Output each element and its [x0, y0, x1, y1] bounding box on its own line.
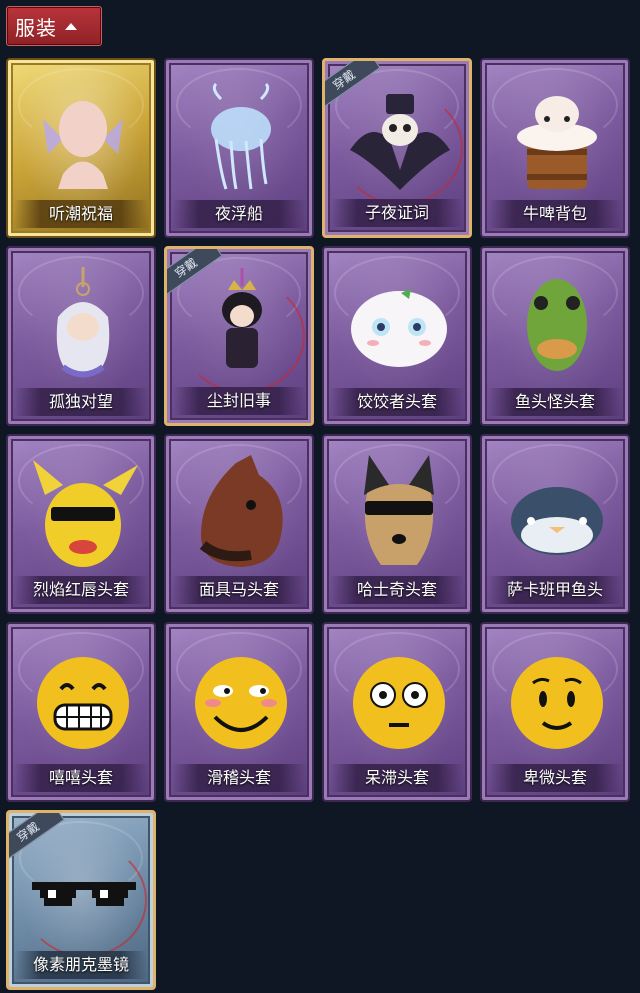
crowned-doll-pendant-icon: [167, 263, 311, 393]
costume-item-name: 哈士奇头套: [330, 576, 464, 604]
costume-item-name: 夜浮船: [172, 200, 306, 228]
dumpling-mask-icon: [324, 262, 470, 392]
grinning-emoji-mask-icon: [8, 638, 154, 768]
doll-pendant-icon: [8, 262, 154, 392]
costume-item-card[interactable]: 萨卡班甲鱼头: [480, 434, 630, 614]
pleading-emoji-mask-icon: [482, 638, 628, 768]
costume-item-card[interactable]: 孤独对望: [6, 246, 156, 426]
costume-item-name: 面具马头套: [172, 576, 306, 604]
costume-item-name: 嘻嘻头套: [14, 764, 148, 792]
fish-blob-mask-icon: [482, 450, 628, 580]
smirk-emoji-mask-icon: [166, 638, 312, 768]
costume-item-card[interactable]: 穿戴 子夜证词: [322, 58, 472, 238]
costume-item-card[interactable]: 穿戴 像素朋克墨镜: [6, 810, 156, 990]
section-tab-costume[interactable]: 服装: [6, 6, 102, 46]
costume-item-card[interactable]: 呆滞头套: [322, 622, 472, 802]
costume-item-name: 萨卡班甲鱼头: [488, 576, 622, 604]
jellyfish-pendant-icon: [166, 74, 312, 204]
chevron-up-icon: [65, 22, 77, 30]
costume-item-card[interactable]: 听潮祝福: [6, 58, 156, 238]
pixel-sunglasses-icon: [9, 827, 153, 957]
costume-item-card[interactable]: 嘻嘻头套: [6, 622, 156, 802]
mermaid-head-icon: [8, 74, 154, 204]
raven-plague-doctor-icon: [325, 75, 469, 205]
costume-item-card[interactable]: 牛啤背包: [480, 58, 630, 238]
fish-head-mask-icon: [482, 262, 628, 392]
horse-mask-icon: [166, 450, 312, 580]
costume-item-name: 牛啤背包: [488, 200, 622, 228]
costume-item-card[interactable]: 滑稽头套: [164, 622, 314, 802]
husky-mask-icon: [324, 450, 470, 580]
costume-item-card[interactable]: 哈士奇头套: [322, 434, 472, 614]
costume-item-name: 子夜证词: [331, 199, 463, 227]
cow-beer-barrel-icon: [482, 74, 628, 204]
costume-item-name: 像素朋克墨镜: [15, 951, 147, 979]
costume-item-name: 听潮祝福: [14, 200, 148, 228]
costume-item-name: 滑稽头套: [172, 764, 306, 792]
costume-item-name: 尘封旧事: [173, 387, 305, 415]
costume-item-card[interactable]: 卑微头套: [480, 622, 630, 802]
costume-item-name: 孤独对望: [14, 388, 148, 416]
costume-item-name: 烈焰红唇头套: [14, 576, 148, 604]
costume-item-name: 呆滞头套: [330, 764, 464, 792]
costume-grid: 听潮祝福 夜浮船 穿戴 子夜证词 牛啤背包 孤独对望 穿戴 尘封旧事 饺饺者头套…: [6, 58, 630, 990]
costume-item-card[interactable]: 面具马头套: [164, 434, 314, 614]
costume-item-name: 卑微头套: [488, 764, 622, 792]
costume-item-name: 饺饺者头套: [330, 388, 464, 416]
flushed-emoji-mask-icon: [324, 638, 470, 768]
costume-item-name: 鱼头怪头套: [488, 388, 622, 416]
costume-item-card[interactable]: 鱼头怪头套: [480, 246, 630, 426]
costume-item-card[interactable]: 夜浮船: [164, 58, 314, 238]
section-title: 服装: [15, 15, 57, 40]
costume-item-card[interactable]: 饺饺者头套: [322, 246, 472, 426]
costume-item-card[interactable]: 穿戴 尘封旧事: [164, 246, 314, 426]
yellow-mouse-mask-icon: [8, 450, 154, 580]
costume-item-card[interactable]: 烈焰红唇头套: [6, 434, 156, 614]
